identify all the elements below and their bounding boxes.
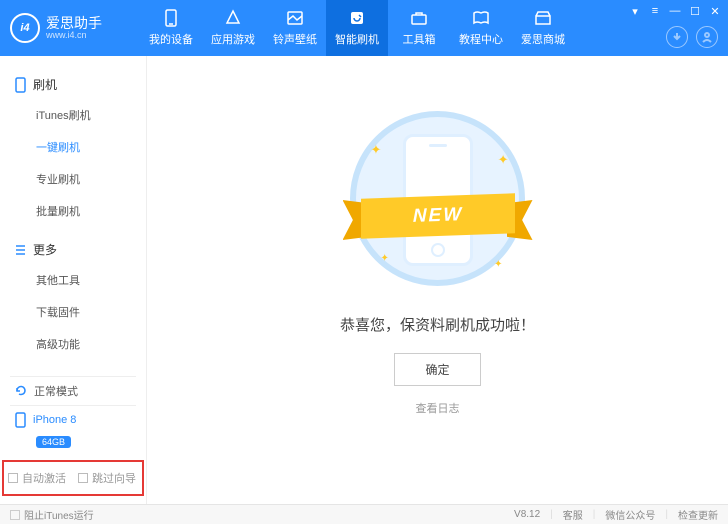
ok-button[interactable]: 确定 [394, 353, 480, 386]
nav-tutorial[interactable]: 教程中心 [450, 0, 512, 56]
apps-icon [224, 9, 242, 27]
toolbox-icon [410, 9, 428, 27]
main-content: ✦ ✦ ✦ ✦ NEW 恭喜您，保资料刷机成功啦！ 确定 查看日志 [147, 56, 728, 504]
sidebar-item-pro-flash[interactable]: 专业刷机 [36, 163, 146, 195]
sidebar-item-download-firmware[interactable]: 下载固件 [36, 296, 146, 328]
logo-icon: i4 [10, 13, 40, 43]
sidebar-item-advanced[interactable]: 高级功能 [36, 328, 146, 360]
device-row[interactable]: iPhone 8 64GB [10, 405, 136, 454]
nav-toolbox[interactable]: 工具箱 [388, 0, 450, 56]
phone-icon [14, 412, 27, 428]
brand-name: 爱思助手 [46, 16, 102, 30]
nav-flash[interactable]: 智能刷机 [326, 0, 388, 56]
device-icon [162, 9, 180, 27]
sidebar-item-other-tools[interactable]: 其他工具 [36, 264, 146, 296]
maximize-icon[interactable]: ☐ [688, 4, 702, 18]
user-icon[interactable] [696, 26, 718, 48]
phone-icon [14, 77, 27, 93]
wallpaper-icon [286, 9, 304, 27]
close-icon[interactable]: ✕ [708, 4, 722, 18]
footer-wechat[interactable]: 微信公众号 [605, 507, 655, 522]
sidebar-group-flash[interactable]: 刷机 [0, 70, 146, 99]
nav-my-device[interactable]: 我的设备 [140, 0, 202, 56]
footer-support[interactable]: 客服 [563, 507, 583, 522]
menu-icon[interactable]: ≡ [648, 4, 662, 18]
auto-activate-checkbox[interactable]: 自动激活 [8, 470, 66, 486]
sidebar: 刷机 iTunes刷机 一键刷机 专业刷机 批量刷机 更多 其他工具 下载固件 … [0, 56, 147, 504]
storage-badge: 64GB [36, 436, 71, 448]
block-itunes-checkbox[interactable]: 阻止iTunes运行 [10, 507, 94, 522]
book-icon [472, 9, 490, 27]
options-box: 自动激活 跳过向导 [2, 460, 144, 496]
sidebar-group-more[interactable]: 更多 [0, 235, 146, 264]
refresh-icon [14, 384, 28, 398]
view-log-link[interactable]: 查看日志 [416, 400, 460, 416]
sidebar-item-batch-flash[interactable]: 批量刷机 [36, 195, 146, 227]
store-icon [534, 9, 552, 27]
nav-store[interactable]: 爱思商城 [512, 0, 574, 56]
sidebar-item-oneclick-flash[interactable]: 一键刷机 [36, 131, 146, 163]
mode-row[interactable]: 正常模式 [10, 376, 136, 405]
download-icon[interactable] [666, 26, 688, 48]
app-header: i4 爱思助手 www.i4.cn 我的设备 应用游戏 铃声壁纸 智能刷机 工具… [0, 0, 728, 56]
flash-icon [348, 9, 366, 27]
nav-ringtones[interactable]: 铃声壁纸 [264, 0, 326, 56]
list-icon [14, 243, 27, 256]
shirt-icon[interactable]: ▾ [628, 4, 642, 18]
minimize-icon[interactable]: — [668, 4, 682, 18]
brand-logo: i4 爱思助手 www.i4.cn [10, 13, 140, 43]
window-controls: ▾ ≡ — ☐ ✕ [628, 4, 722, 18]
top-nav: 我的设备 应用游戏 铃声壁纸 智能刷机 工具箱 教程中心 爱思商城 [140, 0, 574, 56]
success-message: 恭喜您，保资料刷机成功啦！ [340, 314, 535, 335]
skip-guide-checkbox[interactable]: 跳过向导 [78, 470, 136, 486]
footer-update[interactable]: 检查更新 [678, 507, 718, 522]
ribbon-text: NEW [361, 193, 515, 238]
success-illustration: ✦ ✦ ✦ ✦ NEW [343, 104, 533, 294]
status-bar: 阻止iTunes运行 V8.12 | 客服 | 微信公众号 | 检查更新 [0, 504, 728, 524]
nav-apps[interactable]: 应用游戏 [202, 0, 264, 56]
header-actions [666, 26, 718, 48]
version-label: V8.12 [514, 509, 540, 520]
sidebar-item-itunes-flash[interactable]: iTunes刷机 [36, 99, 146, 131]
brand-url: www.i4.cn [46, 30, 102, 40]
